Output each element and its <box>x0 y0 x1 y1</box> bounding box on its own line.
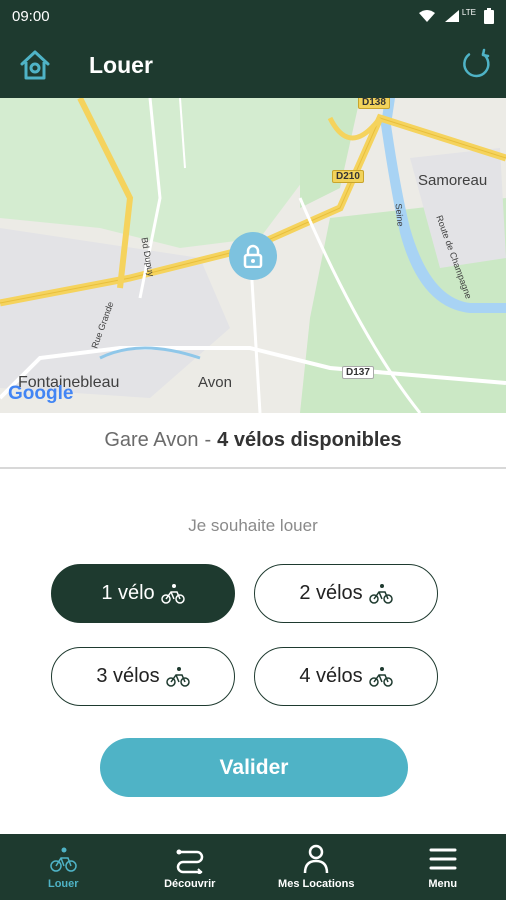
page-title: Louer <box>89 52 153 78</box>
bottom-nav: Louer Découvrir Mes Locations Menu <box>0 834 506 900</box>
app-bar: Louer <box>0 32 506 98</box>
validate-button[interactable]: Valider <box>100 738 408 797</box>
station-map[interactable]: D138 D210 D137 Samoreau Fontainebleau Av… <box>0 98 506 413</box>
status-time: 09:00 <box>12 7 50 25</box>
map-label-samoreau: Samoreau <box>418 172 488 189</box>
road-label-d210: D210 <box>332 170 364 183</box>
rental-prompt: Je souhaite louer <box>188 516 318 535</box>
wifi-icon <box>418 10 435 22</box>
nav-label: Menu <box>428 878 458 890</box>
route-icon <box>176 849 203 874</box>
nav-label: Mes Locations <box>278 878 355 890</box>
choice-4-bikes[interactable]: 4 vélos <box>254 647 438 706</box>
network-type: LTE <box>461 7 476 17</box>
nav-label: Louer <box>47 878 79 890</box>
bike-availability: 4 vélos disponibles <box>217 428 402 451</box>
nav-item-decouvrir[interactable]: Découvrir <box>127 834 254 900</box>
nav-label: Découvrir <box>164 878 216 890</box>
station-marker[interactable] <box>229 232 277 280</box>
road-label-d137: D137 <box>342 366 374 379</box>
battery-icon <box>484 8 494 24</box>
refresh-icon[interactable] <box>460 48 492 80</box>
person-icon <box>304 844 329 874</box>
bicycle-icon <box>368 583 393 604</box>
signal-icon <box>444 10 459 22</box>
cyclist-icon <box>50 847 77 872</box>
google-logo: Google <box>8 383 74 404</box>
rental-screen: 09:00 LTE Louer D138 D210 D137 Samoreau … <box>0 0 506 900</box>
road-label-d138: D138 <box>358 98 390 109</box>
map-label-avon: Avon <box>198 374 232 391</box>
choice-3-bikes[interactable]: 3 vélos <box>51 647 235 706</box>
choice-2-bikes[interactable]: 2 vélos <box>254 564 438 623</box>
nav-item-louer[interactable]: Louer <box>0 834 127 900</box>
station-info: Gare Avon - 4 vélos disponibles <box>0 413 506 469</box>
nav-item-menu[interactable]: Menu <box>380 834 506 900</box>
station-separator: - <box>204 428 212 451</box>
bicycle-icon <box>368 666 393 687</box>
choice-label: 3 vélos <box>96 665 160 687</box>
choice-label: 4 vélos <box>299 665 363 687</box>
bicycle-icon <box>160 583 185 604</box>
home-icon[interactable] <box>18 48 52 82</box>
choice-label: 2 vélos <box>299 582 363 604</box>
nav-item-mes-locations[interactable]: Mes Locations <box>253 834 380 900</box>
choice-label: 1 vélo <box>101 582 155 604</box>
map-label-seine: Seine <box>393 203 406 227</box>
lock-icon <box>243 244 263 268</box>
choice-1-bike[interactable]: 1 vélo <box>51 564 235 623</box>
menu-icon <box>429 848 457 870</box>
bicycle-icon <box>165 666 190 687</box>
status-bar: 09:00 LTE <box>0 0 506 32</box>
station-name: Gare Avon <box>104 428 199 451</box>
